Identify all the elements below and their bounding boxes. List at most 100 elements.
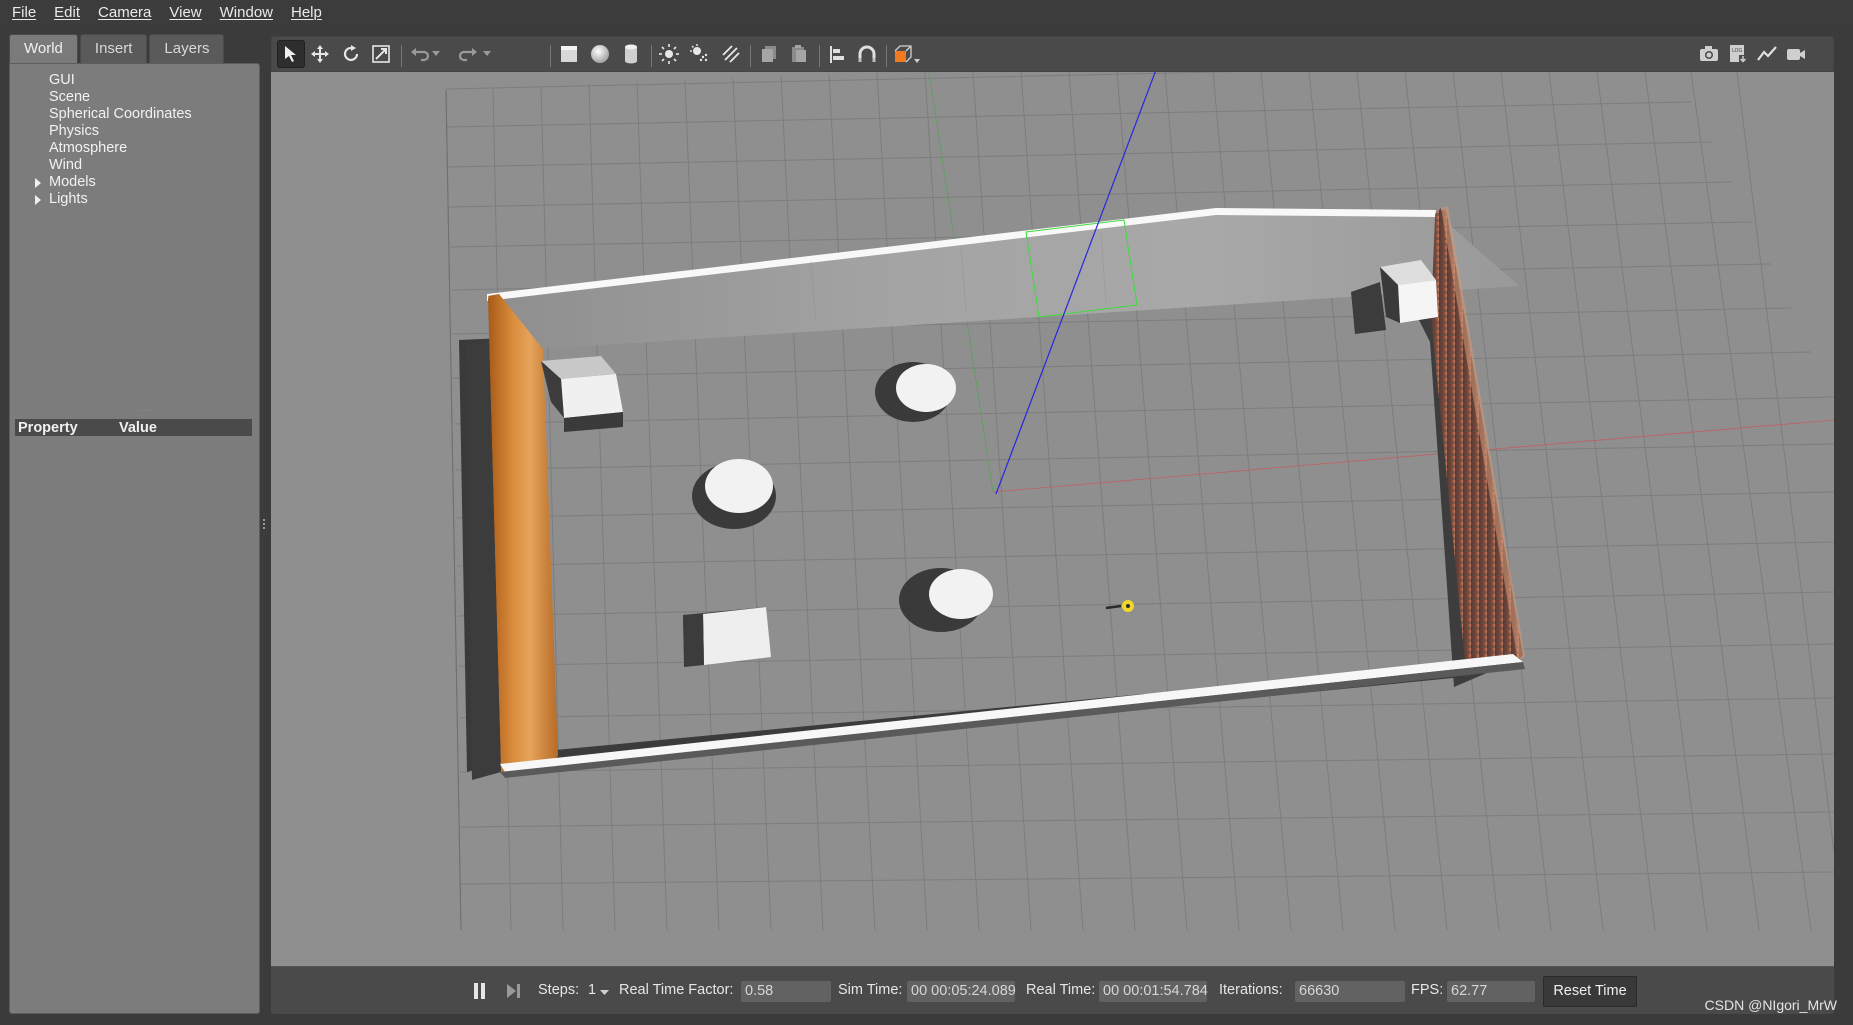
plot-button[interactable]	[1753, 40, 1781, 68]
expand-arrow-icon[interactable]	[35, 178, 41, 188]
menu-view[interactable]: View	[160, 0, 210, 26]
view-angle-button[interactable]	[890, 40, 926, 68]
real-time-factor-field: 0.58	[741, 981, 831, 1002]
select-mode-button[interactable]	[277, 40, 305, 68]
tree-item-gui[interactable]: GUI	[28, 72, 192, 89]
tree-item-label: Physics	[49, 123, 99, 139]
spot-light-button[interactable]	[686, 40, 714, 68]
point-light-button[interactable]	[655, 40, 683, 68]
insert-cylinder-button[interactable]	[617, 40, 645, 68]
pause-button[interactable]	[471, 980, 489, 1002]
menu-window[interactable]: Window	[211, 0, 282, 26]
align-icon	[830, 46, 844, 63]
sim-time-label: Sim Time:	[838, 982, 903, 998]
watermark-text: CSDN @NIgori_MrW	[1704, 997, 1837, 1013]
spot-light-icon	[690, 44, 708, 62]
tree-item-physics[interactable]: Physics	[28, 123, 192, 140]
tree-item-spherical-coordinates[interactable]: Spherical Coordinates	[28, 106, 192, 123]
real-time-label: Real Time:	[1026, 982, 1096, 998]
chevron-down-icon	[432, 51, 440, 56]
record-video-icon	[1787, 49, 1805, 60]
steps-label: Steps:	[538, 982, 580, 998]
panel-splitter-handle[interactable]: ·····	[136, 407, 153, 415]
iterations-field: 66630	[1295, 981, 1405, 1002]
left-panel-tabs: World Insert Layers	[9, 34, 226, 63]
align-button[interactable]	[823, 40, 851, 68]
reset-time-button[interactable]: Reset Time	[1543, 976, 1637, 1007]
menu-edit[interactable]: Edit	[45, 0, 89, 26]
tree-item-label: Models	[49, 174, 96, 190]
tree-item-scene[interactable]: Scene	[28, 89, 192, 106]
point-light-icon	[659, 44, 679, 64]
redo-button[interactable]	[455, 40, 483, 68]
plot-icon	[1757, 46, 1777, 61]
chevron-down-icon	[483, 51, 491, 56]
world-panel: GUI Scene Spherical Coordinates Physics …	[9, 63, 260, 1014]
tab-world[interactable]: World	[9, 34, 78, 63]
tab-layers[interactable]: Layers	[149, 34, 225, 63]
screenshot-icon	[1700, 46, 1718, 61]
3d-viewport[interactable]	[271, 72, 1834, 966]
insert-sphere-button[interactable]	[586, 40, 614, 68]
pause-icon	[474, 983, 485, 999]
tab-insert[interactable]: Insert	[79, 34, 148, 63]
value-column-header: Value	[119, 419, 157, 436]
tree-item-label: GUI	[49, 72, 75, 88]
status-bar: Steps: 1 Real Time Factor: 0.58 Sim Time…	[271, 966, 1834, 1014]
world-tree: GUI Scene Spherical Coordinates Physics …	[28, 72, 192, 208]
tree-item-wind[interactable]: Wind	[28, 157, 192, 174]
translate-mode-button[interactable]	[306, 40, 334, 68]
svg-text:LOG: LOG	[1732, 48, 1743, 54]
undo-icon	[411, 48, 429, 62]
steps-value[interactable]: 1	[588, 982, 596, 998]
directional-light-icon	[722, 45, 740, 63]
snap-button[interactable]	[853, 40, 881, 68]
redo-history-dropdown[interactable]	[480, 40, 494, 68]
translate-icon	[311, 45, 329, 63]
scale-icon	[372, 45, 390, 63]
vertical-splitter-handle[interactable]	[262, 517, 266, 531]
tree-item-label: Wind	[49, 157, 83, 173]
sim-time-field: 00 00:05:24.089	[907, 981, 1016, 1002]
cylinder-icon	[625, 44, 637, 64]
log-button[interactable]: LOG	[1724, 40, 1752, 68]
iterations-label: Iterations:	[1219, 982, 1283, 998]
fps-label: FPS:	[1411, 982, 1444, 998]
redo-icon	[459, 48, 477, 62]
tree-item-atmosphere[interactable]: Atmosphere	[28, 140, 192, 157]
real-time-field: 00 00:01:54.784	[1099, 981, 1208, 1002]
paste-button[interactable]	[785, 40, 813, 68]
toolbar: LOG	[271, 36, 1834, 72]
rotate-mode-button[interactable]	[337, 40, 365, 68]
property-table-header: Property Value	[15, 419, 252, 436]
insert-box-button[interactable]	[555, 40, 583, 68]
snap-icon	[858, 45, 876, 62]
undo-history-dropdown[interactable]	[429, 40, 443, 68]
scene-render[interactable]	[271, 72, 1834, 966]
menu-bar: File Edit Camera View Window Help	[0, 0, 1853, 26]
step-button[interactable]	[505, 980, 523, 1002]
tree-item-lights[interactable]: Lights	[28, 191, 192, 208]
tree-item-models[interactable]: Models	[28, 174, 192, 191]
menu-camera[interactable]: Camera	[89, 0, 160, 26]
copy-button[interactable]	[755, 40, 783, 68]
tree-item-label: Lights	[49, 191, 88, 207]
directional-light-button[interactable]	[717, 40, 745, 68]
tree-item-label: Atmosphere	[49, 140, 128, 156]
screenshot-button[interactable]	[1695, 40, 1723, 68]
scale-mode-button[interactable]	[367, 40, 395, 68]
menu-help[interactable]: Help	[282, 0, 331, 26]
step-forward-icon	[507, 984, 520, 998]
box-icon	[561, 46, 577, 62]
menu-file[interactable]: File	[0, 0, 45, 26]
record-video-button[interactable]	[1782, 40, 1810, 68]
left-panel: World Insert Layers GUI Scene Spherical …	[9, 34, 260, 1014]
select-arrow-icon	[285, 46, 296, 62]
box-obstacle-bottom	[683, 607, 771, 667]
chevron-down-icon[interactable]	[600, 990, 609, 996]
property-column-header: Property	[18, 419, 78, 436]
tree-item-label: Scene	[49, 89, 91, 105]
log-icon: LOG	[1730, 45, 1747, 63]
expand-arrow-icon[interactable]	[35, 195, 41, 205]
rotate-icon	[343, 45, 359, 62]
